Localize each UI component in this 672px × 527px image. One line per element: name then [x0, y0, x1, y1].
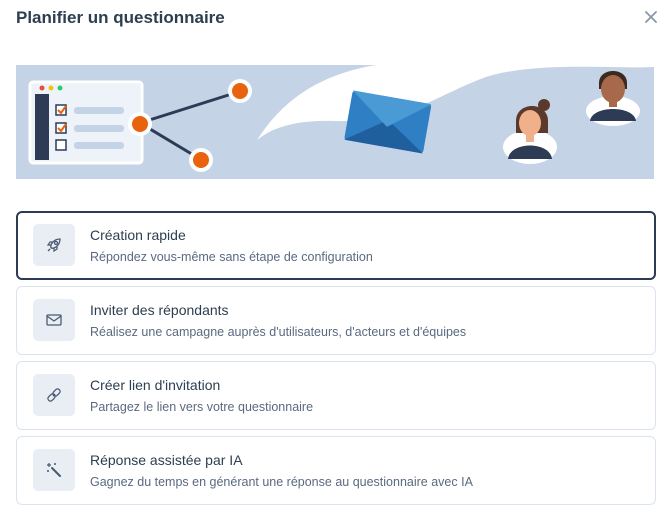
option-title: Réponse assistée par IA	[90, 452, 243, 468]
rocket-icon	[46, 238, 61, 253]
option-inviter-repondants[interactable]: Inviter des répondants Réalisez une camp…	[16, 286, 656, 355]
close-button[interactable]	[642, 8, 660, 26]
option-description: Réalisez une campagne auprès d'utilisate…	[90, 325, 467, 339]
option-icon-box	[33, 449, 75, 491]
option-creation-rapide[interactable]: Création rapide Répondez vous-même sans …	[16, 211, 656, 280]
option-description: Répondez vous-même sans étape de configu…	[90, 250, 373, 264]
option-icon-box	[33, 224, 75, 266]
option-title: Inviter des répondants	[90, 302, 229, 318]
options-list: Création rapide Répondez vous-même sans …	[16, 211, 656, 511]
close-icon	[645, 11, 657, 23]
checklist-window-icon	[28, 80, 144, 165]
option-title: Création rapide	[90, 227, 186, 243]
link-icon	[47, 388, 61, 402]
option-creer-lien[interactable]: Créer lien d'invitation Partagez le lien…	[16, 361, 656, 430]
option-icon-box	[33, 299, 75, 341]
option-icon-box	[33, 374, 75, 416]
option-description: Partagez le lien vers votre questionnair…	[90, 400, 314, 414]
illustration-banner	[16, 65, 654, 179]
modal-title: Planifier un questionnaire	[16, 8, 225, 27]
option-description: Gagnez du temps en générant une réponse …	[90, 475, 473, 489]
envelope-icon	[46, 314, 62, 326]
magic-wand-icon	[47, 463, 61, 477]
option-title: Créer lien d'invitation	[90, 377, 221, 393]
option-reponse-ia[interactable]: Réponse assistée par IA Gagnez du temps …	[16, 436, 656, 505]
